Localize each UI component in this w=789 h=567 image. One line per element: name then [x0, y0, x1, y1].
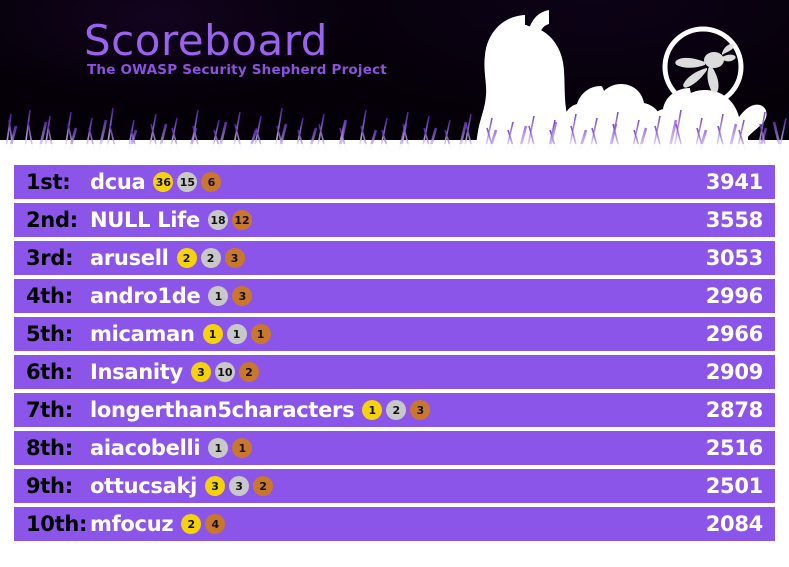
medal-group: 111	[202, 324, 271, 344]
medal-group: 332	[205, 476, 274, 496]
table-row[interactable]: 7th: longerthan5characters 1 2 3 2878	[14, 393, 775, 427]
player-name: micaman	[90, 322, 195, 346]
grass-silhouette	[0, 107, 789, 156]
rank-label: 5th:	[26, 322, 73, 346]
player-cell: arusell 2 2 3	[90, 246, 706, 270]
score-value: 3941	[705, 170, 764, 194]
bronze-medal-badge: 2	[238, 362, 259, 382]
medal-group: 3 10 2	[190, 362, 259, 382]
table-row[interactable]: 5th: micaman 1 1 1 2966	[14, 317, 775, 351]
player-cell: longerthan5characters 1 2 3	[90, 398, 706, 422]
score-value: 2996	[705, 284, 764, 308]
player-cell: dcua 36 15 6	[90, 170, 706, 194]
silver-medal-badge: 10	[214, 362, 235, 382]
player-cell: mfocuz 2 4	[90, 512, 706, 536]
rank-label: 1st:	[26, 170, 71, 194]
medal-group: 223	[176, 248, 245, 268]
silver-medal-badge: 3	[229, 476, 250, 496]
rank-label: 10th:	[26, 512, 88, 536]
bronze-medal-badge: 12	[231, 210, 252, 230]
medal-group: 11	[208, 438, 253, 458]
rank-label: 3rd:	[26, 246, 74, 270]
score-value: 2084	[705, 512, 764, 536]
table-row[interactable]: 10th: mfocuz 2 4 2084	[14, 507, 775, 541]
silver-medal-badge: 18	[207, 210, 228, 230]
silver-medal-badge: 1	[226, 324, 247, 344]
player-name: arusell	[90, 246, 169, 270]
player-name: longerthan5characters	[90, 398, 355, 422]
table-row[interactable]: 6th: Insanity 3 10 2 2909	[14, 355, 775, 389]
bronze-medal-badge: 3	[224, 248, 245, 268]
page-title: Scoreboard	[84, 16, 328, 65]
score-value: 2501	[705, 474, 764, 498]
table-row[interactable]: 3rd: arusell 2 2 3 3053	[14, 241, 775, 275]
gold-medal-badge: 36	[153, 172, 174, 192]
score-value: 2909	[705, 360, 764, 384]
player-name: mfocuz	[90, 512, 174, 536]
bronze-medal-badge: 3	[232, 286, 253, 306]
silver-medal-badge: 2	[386, 400, 407, 420]
gold-medal-badge: 2	[181, 514, 202, 534]
table-row[interactable]: 4th: andro1de 1 3 2996	[14, 279, 775, 313]
medal-group: 13	[208, 286, 253, 306]
page-subtitle: The OWASP Security Shepherd Project	[87, 62, 387, 78]
gold-medal-badge: 2	[176, 248, 197, 268]
player-name: Insanity	[90, 360, 183, 384]
rank-label: 7th:	[26, 398, 73, 422]
player-name: aiacobelli	[90, 436, 201, 460]
bronze-medal-badge: 3	[410, 400, 431, 420]
player-cell: andro1de 1 3	[90, 284, 706, 308]
medal-group: 36 15 6	[153, 172, 222, 192]
silver-medal-badge: 15	[177, 172, 198, 192]
bronze-medal-badge: 1	[250, 324, 271, 344]
score-value: 3558	[705, 208, 764, 232]
gold-medal-badge: 1	[362, 400, 383, 420]
score-value: 2966	[705, 322, 764, 346]
gold-medal-badge: 3	[190, 362, 211, 382]
score-value: 3053	[705, 246, 764, 270]
medal-group: 24	[181, 514, 226, 534]
player-name: ottucsakj	[90, 474, 198, 498]
silver-medal-badge: 2	[200, 248, 221, 268]
silver-medal-badge: 1	[208, 286, 229, 306]
rank-label: 4th:	[26, 284, 73, 308]
player-cell: NULL Life 18 12	[90, 208, 706, 232]
player-cell: micaman 1 1 1	[90, 322, 706, 346]
player-name: andro1de	[90, 284, 201, 308]
page-banner: Scoreboard The OWASP Security Shepherd P…	[0, 0, 789, 156]
bronze-medal-badge: 4	[205, 514, 226, 534]
silver-medal-badge: 1	[208, 438, 229, 458]
player-cell: Insanity 3 10 2	[90, 360, 706, 384]
table-row[interactable]: 8th: aiacobelli 1 1 2516	[14, 431, 775, 465]
bronze-medal-badge: 1	[232, 438, 253, 458]
player-cell: aiacobelli 1 1	[90, 436, 706, 460]
scoreboard-list: 1st: dcua 36 15 6 3941 2nd: NULL Life 18 12 3558 3r…	[0, 156, 789, 541]
bronze-medal-badge: 2	[253, 476, 274, 496]
bronze-medal-badge: 6	[201, 172, 222, 192]
medal-group: 18 12	[207, 210, 252, 230]
player-cell: ottucsakj 3 3 2	[90, 474, 706, 498]
rank-label: 8th:	[26, 436, 73, 460]
rank-label: 6th:	[26, 360, 73, 384]
medal-group: 123	[362, 400, 431, 420]
table-row[interactable]: 2nd: NULL Life 18 12 3558	[14, 203, 775, 237]
player-name: dcua	[90, 170, 146, 194]
rank-label: 9th:	[26, 474, 73, 498]
table-row[interactable]: 9th: ottucsakj 3 3 2 2501	[14, 469, 775, 503]
banner-title-block: Scoreboard The OWASP Security Shepherd P…	[84, 16, 387, 79]
score-value: 2878	[705, 398, 764, 422]
table-row[interactable]: 1st: dcua 36 15 6 3941	[14, 165, 775, 199]
gold-medal-badge: 3	[205, 476, 226, 496]
score-value: 2516	[705, 436, 764, 460]
player-name: NULL Life	[90, 208, 200, 232]
rank-label: 2nd:	[26, 208, 78, 232]
gold-medal-badge: 1	[202, 324, 223, 344]
